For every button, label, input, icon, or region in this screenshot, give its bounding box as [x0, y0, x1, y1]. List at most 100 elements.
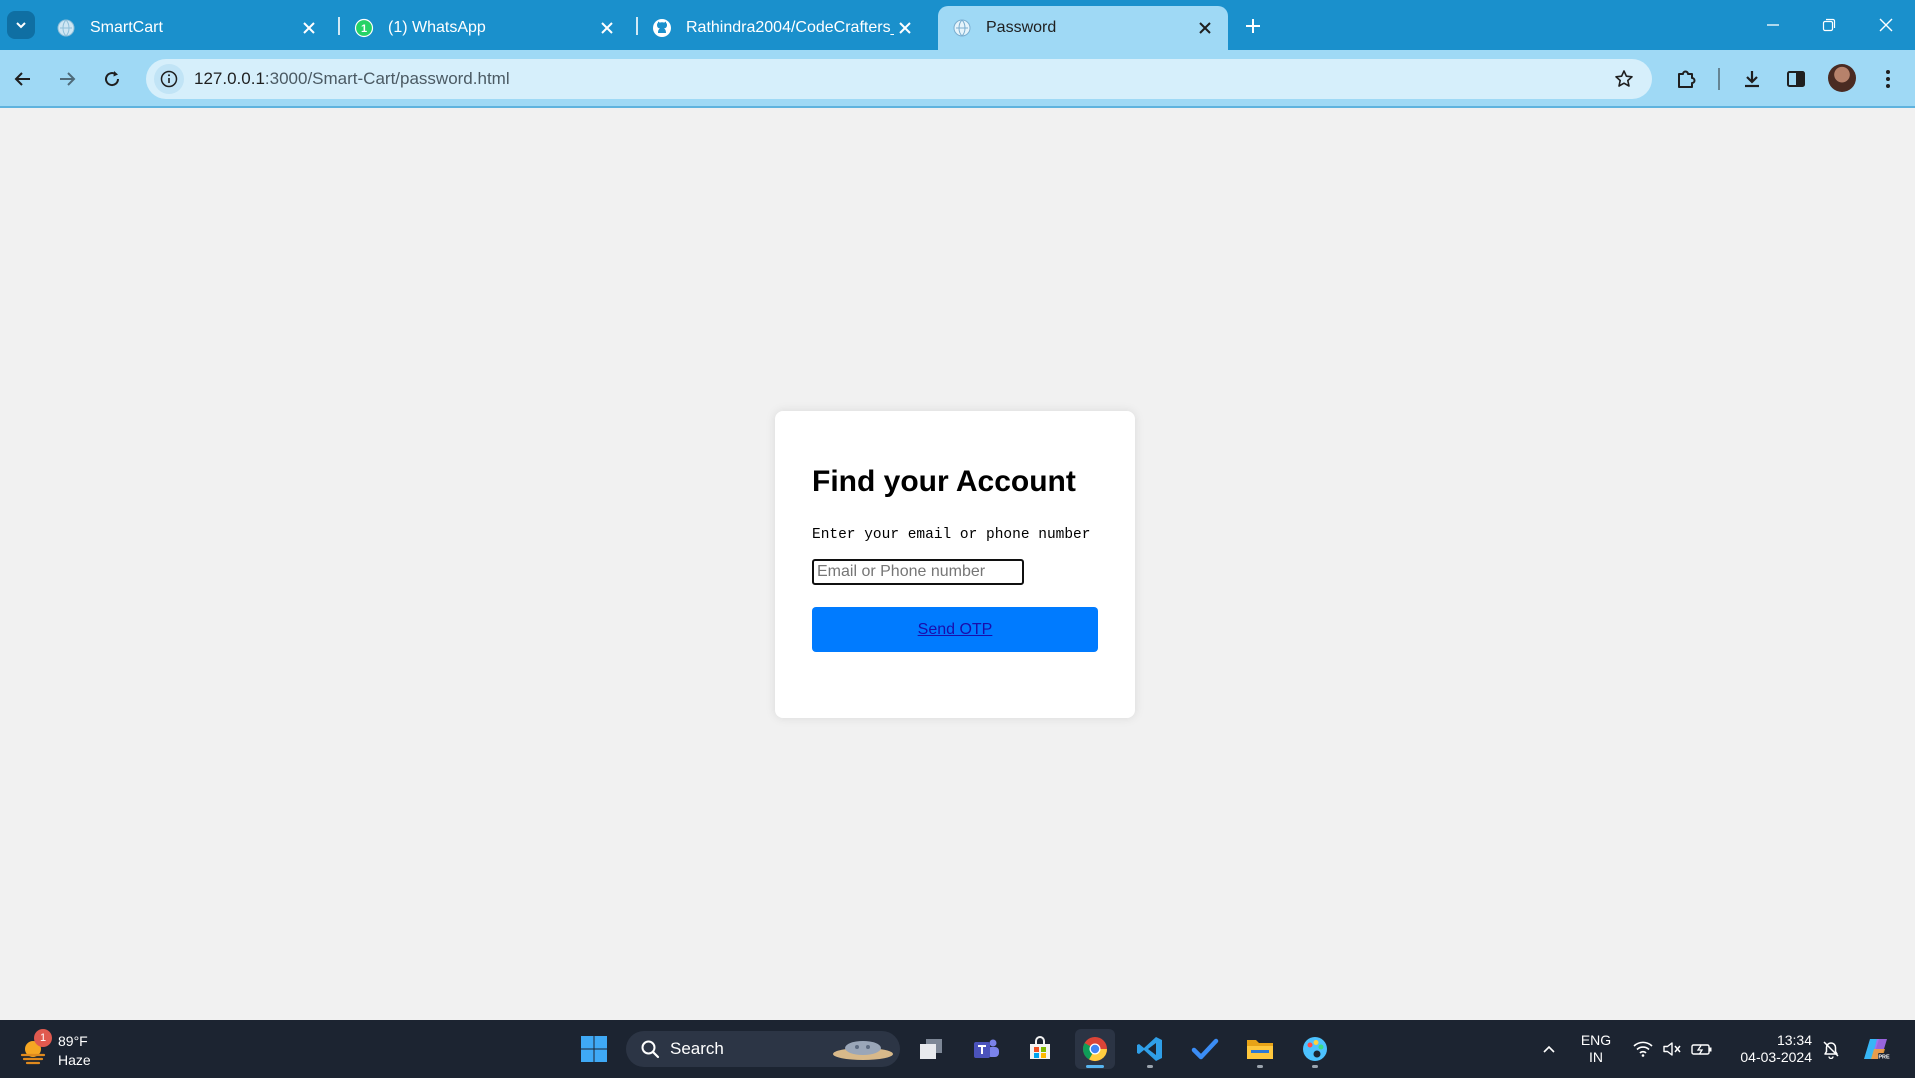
clock-date: 04-03-2024 — [1740, 1049, 1812, 1065]
search-icon — [640, 1039, 660, 1059]
close-icon[interactable] — [298, 17, 320, 39]
todo-icon — [1191, 1035, 1219, 1063]
volume-status[interactable] — [1659, 1020, 1685, 1078]
weather-condition: Haze — [58, 1052, 91, 1068]
github-icon — [652, 18, 672, 38]
weather-temp: 89°F — [58, 1033, 88, 1049]
teams-button[interactable] — [966, 1029, 1006, 1069]
chevron-down-icon — [14, 18, 28, 32]
url-host: 127.0.0.1 — [194, 69, 265, 88]
tab-github[interactable]: Rathindra2004/CodeCrafters_E( — [638, 6, 928, 50]
toolbar-divider — [1718, 68, 1720, 90]
puzzle-icon — [1675, 68, 1697, 90]
task-view-icon — [918, 1036, 944, 1062]
battery-status[interactable] — [1689, 1020, 1715, 1078]
email-phone-input[interactable] — [812, 559, 1024, 585]
paint-button[interactable] — [1295, 1029, 1335, 1069]
volume-muted-icon — [1662, 1041, 1682, 1057]
send-otp-button[interactable]: Send OTP — [812, 607, 1098, 652]
store-icon — [1027, 1036, 1053, 1062]
svg-text:PRE: PRE — [1878, 1055, 1890, 1061]
globe-icon — [952, 18, 972, 38]
battery-charging-icon — [1691, 1041, 1713, 1057]
extensions-button[interactable] — [1671, 64, 1701, 94]
reload-icon — [102, 69, 122, 89]
chevron-up-icon — [1541, 1041, 1557, 1057]
chrome-button[interactable] — [1075, 1029, 1115, 1069]
tab-strip: SmartCart 1 (1) WhatsApp Rathindra2004/C… — [0, 0, 1915, 50]
language-code: ENG — [1580, 1032, 1612, 1048]
tab-password[interactable]: Password — [938, 6, 1228, 50]
close-icon — [1878, 17, 1894, 33]
tab-smartcart[interactable]: SmartCart — [42, 6, 332, 50]
url-text: 127.0.0.1:3000/Smart-Cart/password.html — [194, 69, 510, 89]
tab-title: (1) WhatsApp — [388, 19, 486, 36]
task-view-button[interactable] — [911, 1029, 951, 1069]
minimize-button[interactable] — [1758, 10, 1788, 40]
copilot-button[interactable]: PRE — [1858, 1020, 1894, 1078]
side-panel-button[interactable] — [1781, 64, 1811, 94]
weather-badge: 1 — [34, 1029, 52, 1047]
copilot-icon: PRE — [1861, 1036, 1891, 1062]
site-info-icon[interactable] — [154, 64, 184, 94]
email-phone-prompt: Enter your email or phone number — [812, 527, 1091, 543]
close-window-button[interactable] — [1871, 10, 1901, 40]
tab-title: SmartCart — [90, 19, 163, 36]
file-explorer-button[interactable] — [1240, 1029, 1280, 1069]
search-highlight-icon — [830, 1037, 896, 1063]
paint-icon — [1301, 1035, 1329, 1063]
download-icon — [1742, 69, 1762, 89]
close-icon[interactable] — [894, 17, 916, 39]
clock-time: 13:34 — [1776, 1032, 1812, 1048]
tab-title: Password — [986, 19, 1057, 36]
store-button[interactable] — [1020, 1029, 1060, 1069]
vscode-icon — [1136, 1035, 1164, 1063]
back-button[interactable] — [8, 64, 38, 94]
tab-title: Rathindra2004/CodeCrafters_E( — [686, 19, 894, 36]
browser-toolbar: 127.0.0.1:3000/Smart-Cart/password.html — [0, 50, 1915, 108]
page-viewport: Find your Account Enter your email or ph… — [0, 108, 1915, 1020]
page-title: Find your Account — [812, 465, 1076, 498]
close-icon[interactable] — [596, 17, 618, 39]
region-code: IN — [1589, 1049, 1603, 1065]
side-panel-icon — [1786, 69, 1806, 89]
wifi-icon — [1633, 1041, 1653, 1057]
profile-avatar[interactable] — [1828, 64, 1856, 92]
show-hidden-icons-button[interactable] — [1534, 1020, 1564, 1078]
address-bar[interactable]: 127.0.0.1:3000/Smart-Cart/password.html — [146, 59, 1652, 99]
weather-widget[interactable]: 1 89°F Haze — [18, 1029, 118, 1071]
tab-whatsapp[interactable]: 1 (1) WhatsApp — [340, 6, 630, 50]
taskbar-search[interactable]: Search — [626, 1031, 900, 1067]
todo-button[interactable] — [1185, 1029, 1225, 1069]
downloads-button[interactable] — [1737, 64, 1767, 94]
close-icon[interactable] — [1194, 17, 1216, 39]
restore-button[interactable] — [1814, 10, 1844, 40]
restore-icon — [1822, 18, 1836, 32]
wifi-status[interactable] — [1630, 1020, 1656, 1078]
more-vert-icon — [1885, 69, 1891, 89]
reload-button[interactable] — [97, 64, 127, 94]
chrome-icon — [1081, 1035, 1109, 1063]
browser-menu-button[interactable] — [1873, 64, 1903, 94]
notifications-button[interactable] — [1818, 1020, 1844, 1078]
vscode-button[interactable] — [1130, 1029, 1170, 1069]
arrow-right-icon — [57, 69, 77, 89]
search-label: Search — [670, 1039, 724, 1058]
svg-text:1: 1 — [361, 23, 367, 35]
file-explorer-icon — [1245, 1035, 1275, 1063]
new-tab-button[interactable] — [1240, 13, 1266, 39]
bookmark-star-icon[interactable] — [1610, 65, 1638, 93]
input-language-indicator[interactable]: ENG IN — [1580, 1032, 1612, 1066]
teams-icon — [972, 1035, 1000, 1063]
tab-search-button[interactable] — [7, 11, 35, 39]
url-path: :3000/Smart-Cart/password.html — [264, 69, 510, 88]
whatsapp-icon: 1 — [354, 18, 374, 38]
forward-button[interactable] — [52, 64, 82, 94]
minimize-icon — [1766, 18, 1780, 32]
find-account-card: Find your Account Enter your email or ph… — [775, 411, 1135, 718]
start-icon — [580, 1035, 608, 1063]
globe-icon — [56, 18, 76, 38]
taskbar-clock[interactable]: 13:34 04-03-2024 — [1728, 1032, 1812, 1066]
send-otp-link[interactable]: Send OTP — [918, 621, 993, 639]
start-button[interactable] — [574, 1029, 614, 1069]
